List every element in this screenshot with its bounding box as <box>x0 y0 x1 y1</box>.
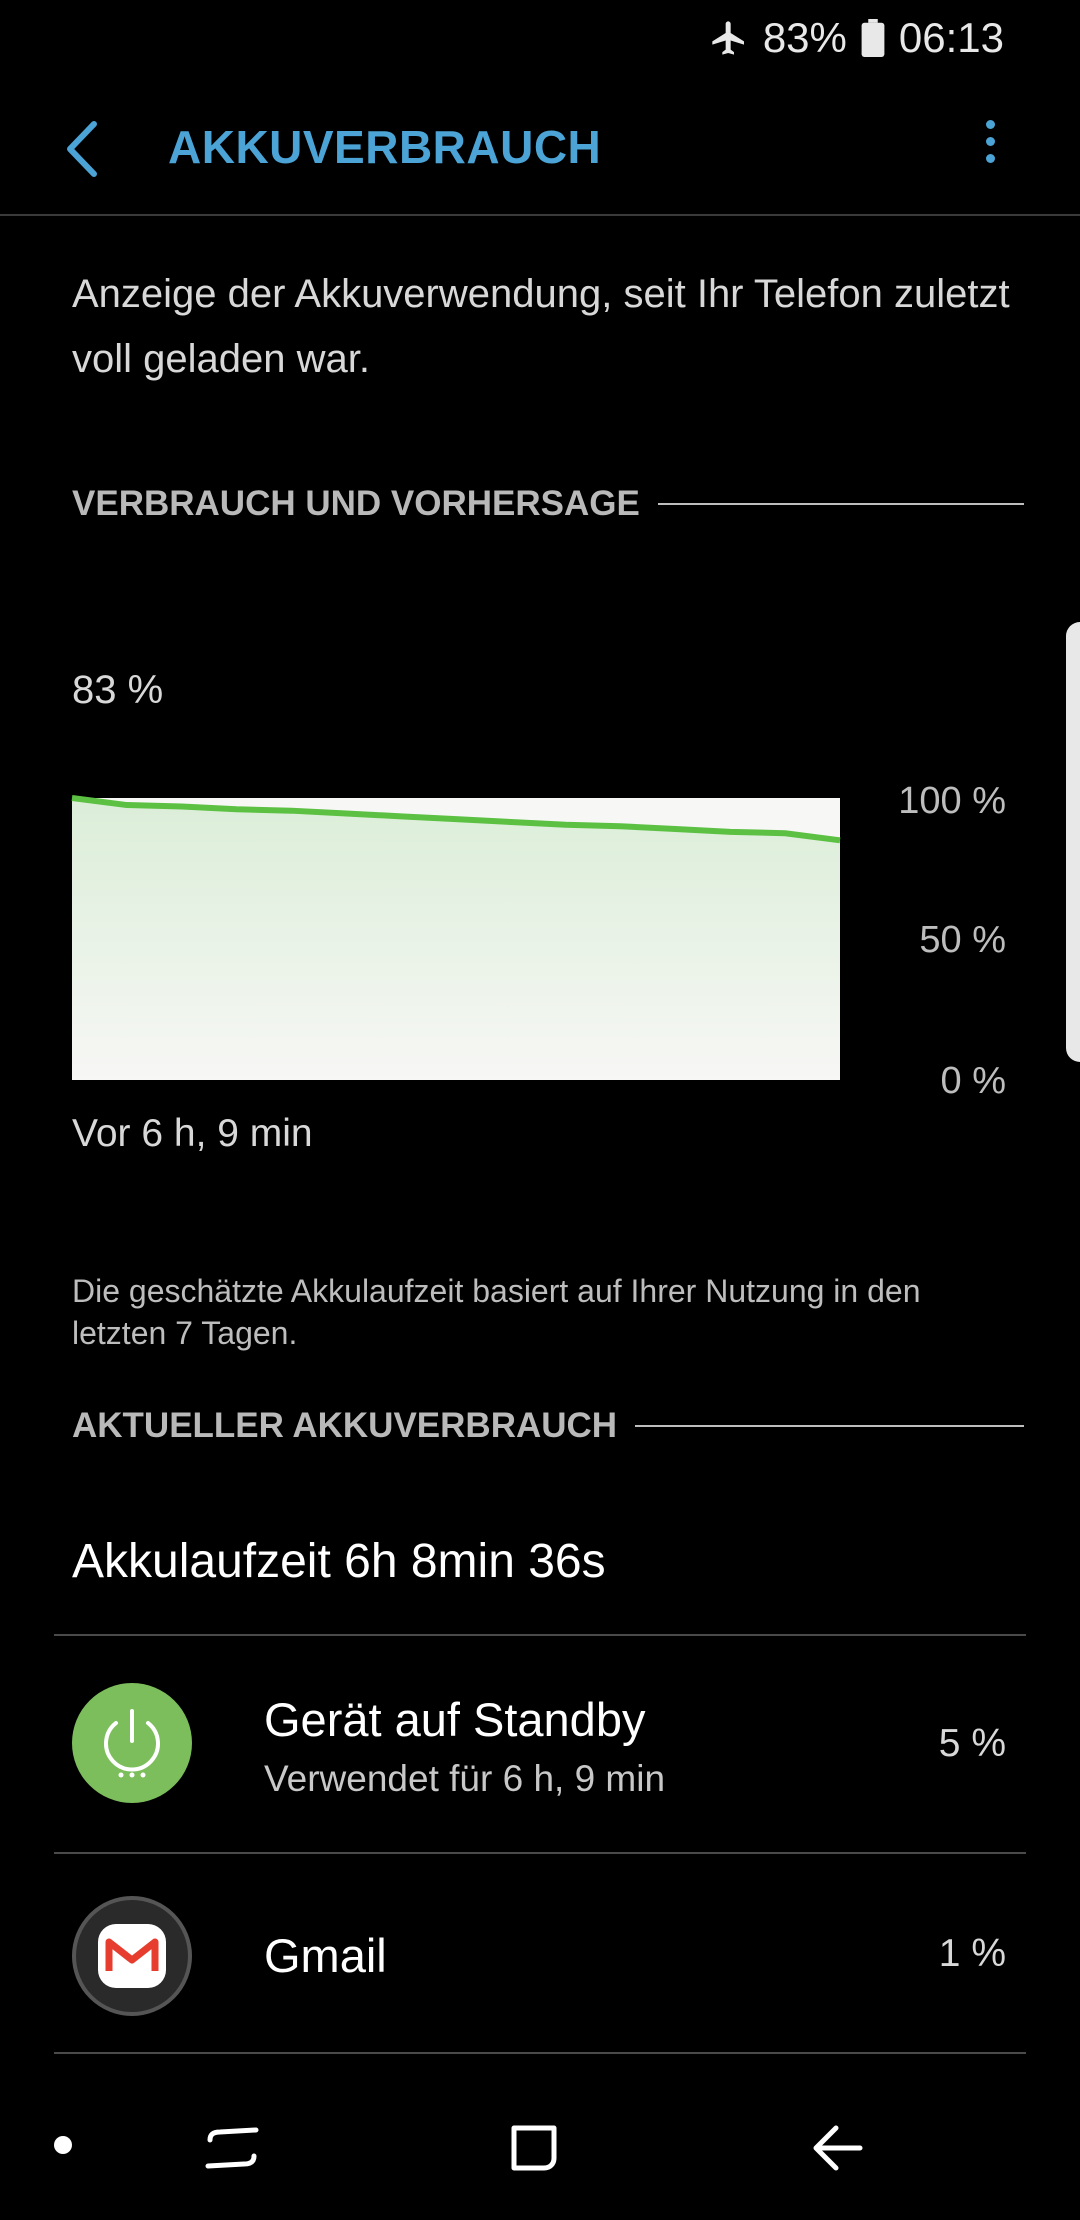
home-icon <box>511 2125 557 2171</box>
battery-runtime: Akkulaufzeit 6h 8min 36s <box>72 1535 606 1588</box>
list-item-standby[interactable]: Gerät auf Standby Verwendet für 6 h, 9 m… <box>0 1636 1080 1852</box>
back-nav-button[interactable] <box>810 2120 866 2181</box>
app-name: Gerät auf Standby <box>264 1693 646 1746</box>
section-label: AKTUELLER AKKUVERBRAUCH <box>72 1406 618 1445</box>
current-battery-percent: 83 % <box>72 668 164 712</box>
clock: 06:13 <box>898 14 1004 61</box>
section-header-forecast: VERBRAUCH UND VORHERSAGE <box>72 484 1024 524</box>
gmail-icon <box>72 1896 192 2016</box>
scrollbar[interactable] <box>1066 622 1080 1062</box>
estimate-note: Die geschätzte Akkulaufzeit basiert auf … <box>72 1273 921 1351</box>
battery-percent: 83% <box>762 14 847 61</box>
intro-text: Anzeige der Akkuverwendung, seit Ihr Tel… <box>72 272 1010 381</box>
y-tick-label: 100 % <box>898 780 1006 822</box>
y-tick-label: 50 % <box>919 919 1006 961</box>
back-arrow-icon <box>813 2125 863 2171</box>
section-divider <box>657 503 1024 505</box>
chart-start-label: Vor 6 h, 9 min <box>72 1112 313 1155</box>
back-button[interactable] <box>56 114 116 184</box>
page-title: AKKUVERBRAUCH <box>168 121 602 173</box>
navigation-bar <box>0 2080 1080 2220</box>
app-usage-percent: 5 % <box>938 1722 1006 1765</box>
more-options-button[interactable] <box>970 112 1010 182</box>
y-tick-label: 0 % <box>940 1060 1006 1102</box>
battery-icon <box>861 19 885 57</box>
app-bar: AKKUVERBRAUCH <box>0 76 1080 216</box>
recent-apps-icon <box>205 2127 259 2169</box>
airplane-mode-icon <box>712 21 744 55</box>
section-label: VERBRAUCH UND VORHERSAGE <box>72 484 640 523</box>
list-item-gmail[interactable]: Gmail 1 % <box>0 1854 1080 2054</box>
app-usage-time: Verwendet für 6 h, 9 min <box>264 1758 666 1799</box>
more-vert-icon <box>985 120 995 129</box>
app-name: Gmail <box>264 1929 387 1982</box>
status-bar: 83% 06:13 <box>0 0 1080 76</box>
power-icon <box>72 1683 192 1803</box>
app-usage-percent: 1 % <box>938 1932 1006 1975</box>
nav-hide-dot[interactable] <box>54 2136 72 2154</box>
recent-apps-button[interactable] <box>204 2120 260 2181</box>
chevron-left-icon <box>67 121 97 177</box>
section-header-current: AKTUELLER AKKUVERBRAUCH <box>72 1406 1024 1446</box>
section-divider <box>635 1425 1024 1427</box>
home-button[interactable] <box>506 2120 562 2181</box>
chart-area-fill <box>72 798 840 1080</box>
divider <box>54 2052 1026 2054</box>
